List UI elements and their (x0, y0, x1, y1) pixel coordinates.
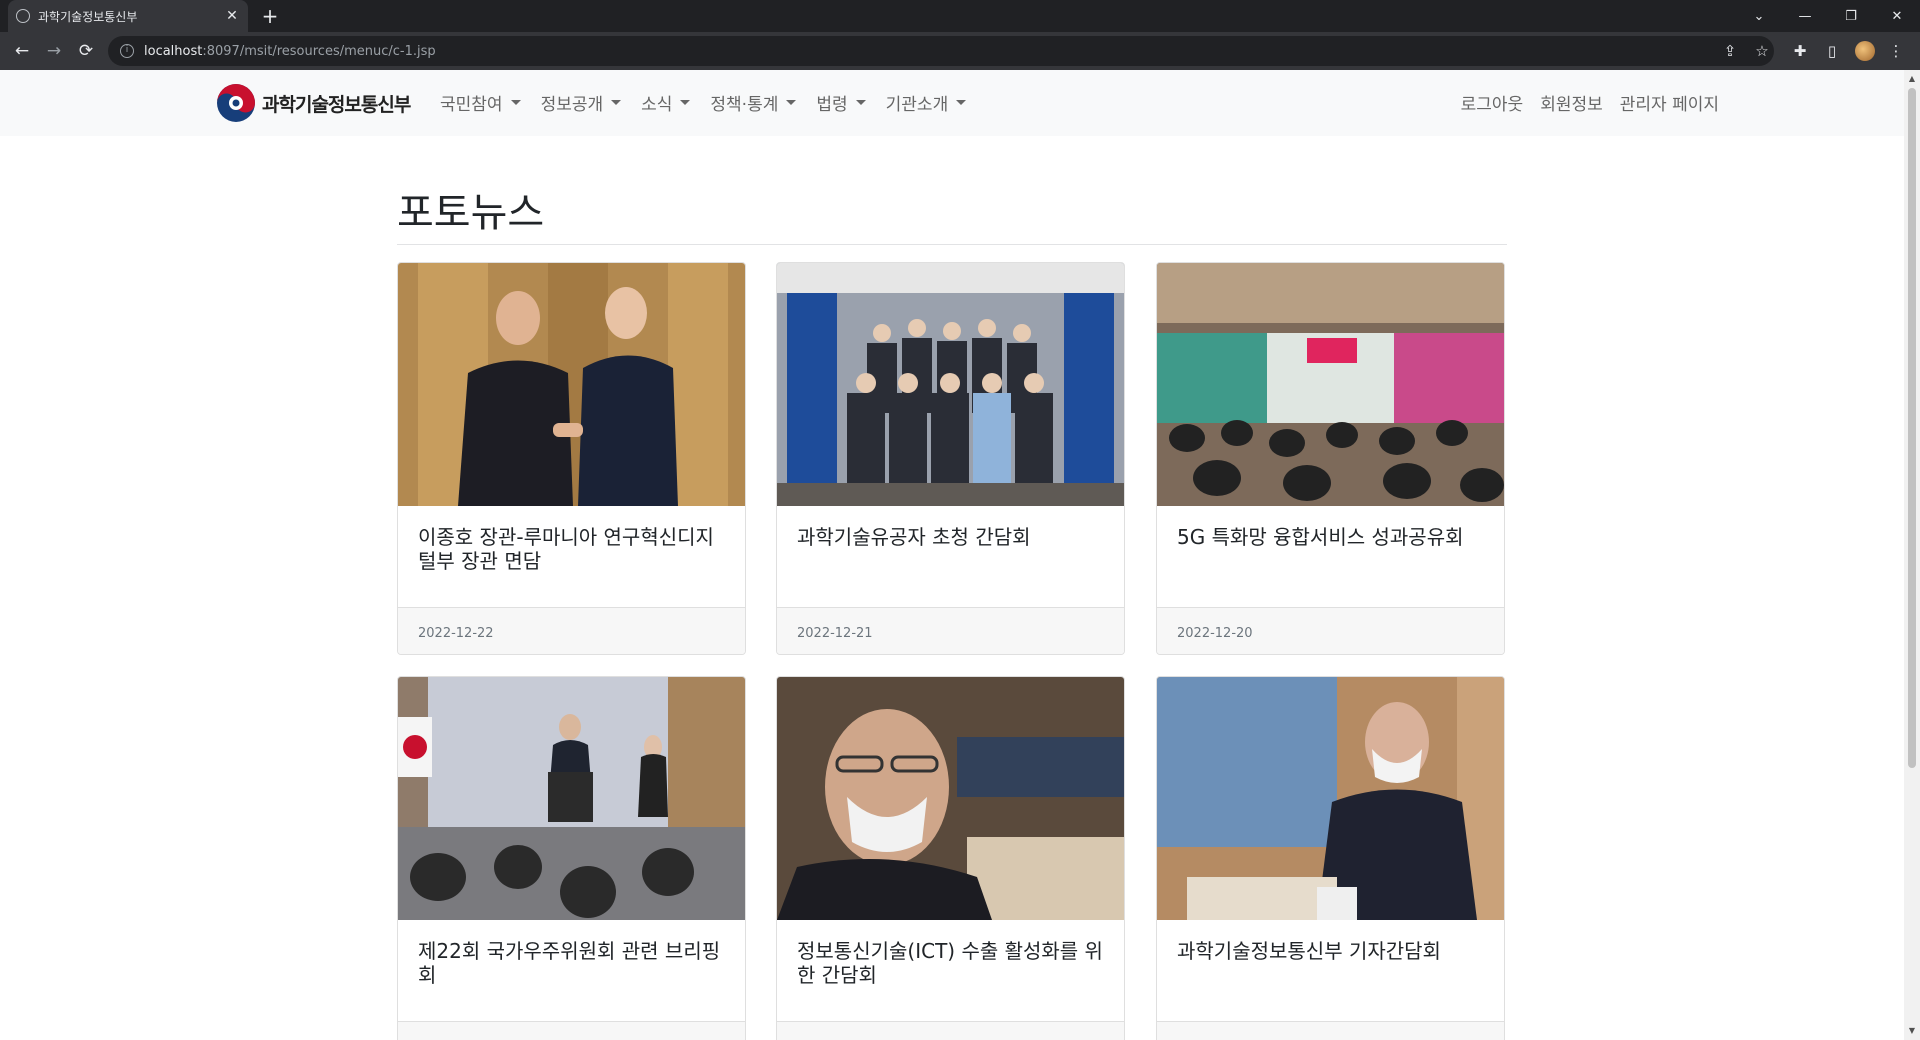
news-card[interactable]: 정보통신기술(ICT) 수출 활성화를 위한 간담회 (776, 676, 1125, 1040)
menu-label: 법령 (816, 95, 848, 115)
browser-tab[interactable]: 과학기술정보통신부 ✕ (8, 0, 248, 32)
tab-close-icon[interactable]: ✕ (224, 8, 240, 24)
news-card[interactable]: 과학기술정보통신부 기자간담회 (1156, 676, 1505, 1040)
news-card[interactable]: 이종호 장관-루마니아 연구혁신디지털부 장관 면담 2022-12-22 (397, 262, 746, 655)
extensions-icon[interactable]: ✚ (1790, 41, 1810, 61)
menu-participation[interactable]: 국민참여 (440, 90, 521, 115)
menu-news[interactable]: 소식 (641, 90, 691, 115)
menu-label: 국민참여 (440, 95, 503, 115)
main-menu: 국민참여 정보공개 소식 정책·통계 법령 기관소개 (440, 90, 986, 115)
new-tab-button[interactable]: + (258, 4, 282, 28)
news-title[interactable]: 과학기술유공자 초청 간담회 (797, 525, 1107, 549)
close-window-button[interactable]: ✕ (1874, 0, 1920, 32)
scrollbar-thumb[interactable] (1908, 88, 1916, 768)
briefing-photo[interactable] (398, 677, 745, 920)
conference-photo[interactable] (1157, 263, 1504, 506)
browser-toolbar: ← → ⟳ i localhost:8097/msit/resources/me… (0, 32, 1920, 70)
menu-label: 정보공개 (540, 95, 604, 115)
menu-disclosure[interactable]: 정보공개 (541, 90, 622, 115)
divider (397, 244, 1507, 245)
news-card[interactable]: 과학기술유공자 초청 간담회 2022-12-21 (776, 262, 1125, 655)
caret-down-icon (510, 100, 521, 105)
brand[interactable]: 과학기술정보통신부 (216, 83, 411, 123)
news-title[interactable]: 과학기술정보통신부 기자간담회 (1177, 939, 1487, 963)
tab-title: 과학기술정보통신부 (38, 9, 138, 24)
news-title[interactable]: 이종호 장관-루마니아 연구혁신디지털부 장관 면담 (418, 525, 728, 573)
menu-about[interactable]: 기관소개 (886, 90, 967, 115)
restore-button[interactable]: ❐ (1828, 0, 1874, 32)
brand-name: 과학기술정보통신부 (262, 93, 411, 116)
handshake-photo[interactable] (398, 263, 745, 506)
menu-label: 기관소개 (885, 95, 949, 115)
page-title: 포토뉴스 (397, 190, 545, 236)
site-navbar: 과학기술정보통신부 국민참여 정보공개 소식 정책·통계 법령 기관소개 로그아… (0, 70, 1904, 136)
press-photo[interactable] (1157, 677, 1504, 920)
caret-down-icon (680, 100, 691, 105)
scroll-down-icon[interactable]: ▼ (1908, 1026, 1916, 1036)
news-card[interactable]: 제22회 국가우주위원회 관련 브리핑회 (397, 676, 746, 1040)
tab-list-icon[interactable]: ⌄ (1736, 0, 1782, 32)
url-path: :8097/msit/resources/menuc/c-1.jsp (202, 43, 436, 59)
logout-link[interactable]: 로그아웃 (1461, 90, 1524, 115)
more-menu-icon[interactable]: ⋮ (1886, 41, 1906, 61)
menu-label: 정책·통계 (710, 95, 779, 115)
news-date (398, 1021, 745, 1040)
menu-law[interactable]: 법령 (816, 90, 866, 115)
caret-down-icon (855, 100, 866, 105)
caret-down-icon (611, 100, 622, 105)
share-icon[interactable]: ⇪ (1720, 41, 1740, 61)
menu-policy[interactable]: 정책·통계 (710, 90, 797, 115)
address-bar[interactable]: i localhost:8097/msit/resources/menuc/c-… (108, 36, 1774, 66)
scroll-up-icon[interactable]: ▲ (1908, 74, 1916, 84)
back-arrow-icon[interactable]: ← (8, 37, 36, 65)
forward-arrow-icon[interactable]: → (40, 37, 68, 65)
menu-label: 소식 (641, 95, 673, 115)
admin-page-link[interactable]: 관리자 페이지 (1620, 90, 1719, 115)
caret-down-icon (786, 100, 797, 105)
news-date (777, 1021, 1124, 1040)
page-viewport: 과학기술정보통신부 국민참여 정보공개 소식 정책·통계 법령 기관소개 로그아… (0, 70, 1904, 1040)
news-date: 2022-12-22 (398, 607, 745, 654)
meeting-photo[interactable] (777, 677, 1124, 920)
url-host: localhost (144, 43, 203, 59)
browser-tabbar: 과학기술정보통신부 ✕ + ⌄ — ❐ ✕ (0, 0, 1920, 32)
caret-down-icon (956, 100, 967, 105)
news-card[interactable]: 5G 특화망 융합서비스 성과공유회 2022-12-20 (1156, 262, 1505, 655)
news-title[interactable]: 제22회 국가우주위원회 관련 브리핑회 (418, 939, 728, 987)
news-date: 2022-12-21 (777, 607, 1124, 654)
government-logo-icon (216, 83, 256, 123)
page-scrollbar[interactable]: ▲ ▼ (1904, 70, 1920, 1040)
news-title[interactable]: 정보통신기술(ICT) 수출 활성화를 위한 간담회 (797, 939, 1107, 987)
side-panel-icon[interactable]: ▯ (1822, 41, 1842, 61)
reload-icon[interactable]: ⟳ (72, 37, 100, 65)
account-menu: 로그아웃 회원정보 관리자 페이지 (1444, 90, 1719, 115)
news-date (1157, 1021, 1504, 1040)
profile-avatar[interactable] (1855, 41, 1875, 61)
news-date: 2022-12-20 (1157, 607, 1504, 654)
bookmark-star-icon[interactable]: ☆ (1752, 41, 1772, 61)
group-photo[interactable] (777, 263, 1124, 506)
member-info-link[interactable]: 회원정보 (1540, 90, 1603, 115)
news-title[interactable]: 5G 특화망 융합서비스 성과공유회 (1177, 525, 1487, 549)
site-info-icon[interactable]: i (120, 44, 134, 58)
minimize-button[interactable]: — (1782, 0, 1828, 32)
globe-icon (16, 9, 30, 23)
